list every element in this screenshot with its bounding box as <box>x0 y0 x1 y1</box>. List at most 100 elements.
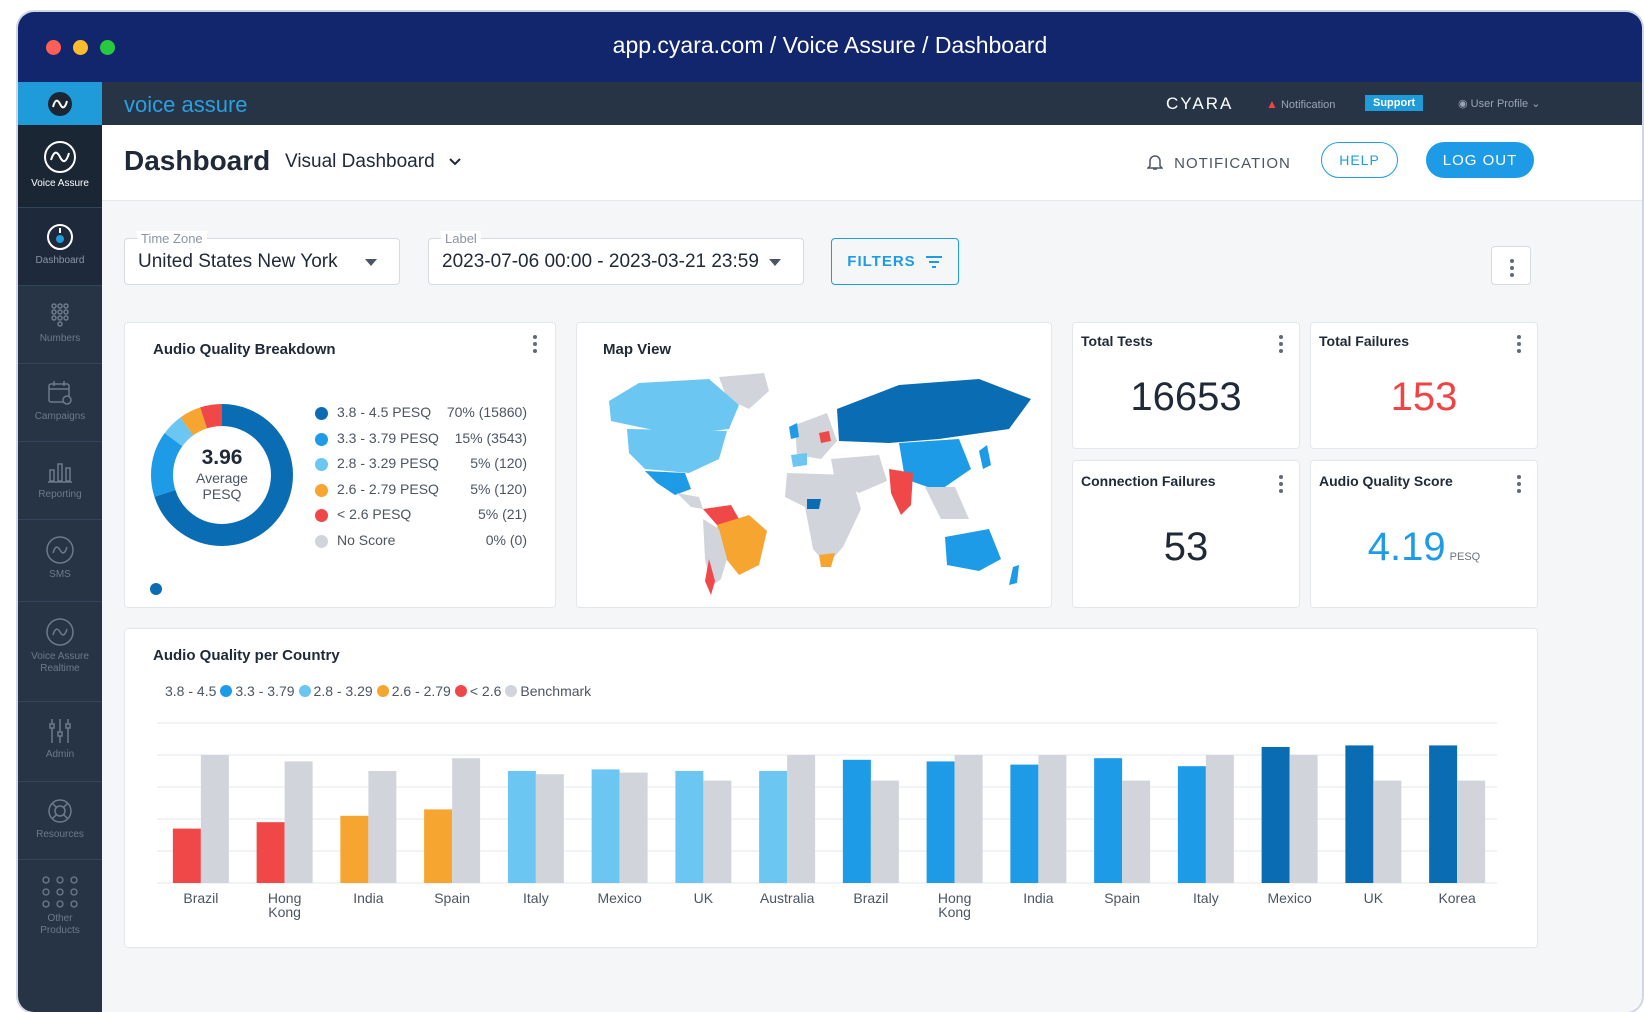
bar-score-8[interactable] <box>842 759 871 883</box>
sidebar-item-resources[interactable]: Resources <box>18 782 102 860</box>
sidebar-item-reporting[interactable]: Reporting <box>18 442 102 520</box>
notification-link[interactable]: NOTIFICATION <box>1146 153 1291 172</box>
filters-label: FILTERS <box>847 253 916 270</box>
legend-item: No Score 0% (0) <box>315 532 527 550</box>
bar-benchmark-12[interactable] <box>1205 755 1234 883</box>
reporting-icon <box>48 463 72 483</box>
map-region-poland <box>819 431 831 443</box>
user-profile-menu[interactable]: ◉ User Profile ⌄ <box>1458 97 1540 110</box>
more-options-button[interactable] <box>1491 246 1531 285</box>
legend-label: No Score <box>337 532 396 548</box>
timezone-select[interactable]: Time Zone United States New York <box>124 231 400 285</box>
sidebar-item-realtime[interactable]: Voice Assure Realtime <box>18 602 102 702</box>
bar-score-10[interactable] <box>1010 764 1039 883</box>
map-region-australia <box>945 529 1001 571</box>
bar-score-5[interactable] <box>591 769 620 883</box>
user-icon: ◉ <box>1458 98 1468 110</box>
bar-score-0[interactable] <box>172 828 201 883</box>
grid-icon <box>42 876 78 908</box>
bar-benchmark-11[interactable] <box>1122 780 1151 883</box>
sidebar-item-numbers[interactable]: Numbers <box>18 286 102 364</box>
app-top-bar: voice assure CYARA ▲ Notification Suppor… <box>18 82 1642 125</box>
bar-benchmark-0[interactable] <box>200 755 229 883</box>
kebab-icon[interactable] <box>1279 335 1283 356</box>
sidebar-item-other-products[interactable]: Other Products <box>18 860 102 952</box>
x-tick-label: Brazil <box>183 890 218 906</box>
kebab-icon[interactable] <box>533 335 537 356</box>
map-region-russia <box>837 379 1031 443</box>
bar-benchmark-14[interactable] <box>1373 780 1402 883</box>
x-tick-label: Korea <box>1438 890 1476 906</box>
bar-score-6[interactable] <box>675 771 704 883</box>
date-range-select[interactable]: Label 2023-07-06 00:00 - 2023-03-21 23:5… <box>428 231 804 285</box>
bar-benchmark-7[interactable] <box>787 755 816 883</box>
bar-score-15[interactable] <box>1429 745 1458 883</box>
audio-score-display: 4.19 PESQ <box>1311 525 1537 570</box>
sidebar-item-voice-assure[interactable]: Voice Assure <box>18 125 102 208</box>
sidebar-item-sms[interactable]: SMS <box>18 520 102 602</box>
card-title: Audio Quality Breakdown <box>153 341 336 358</box>
bar-score-9[interactable] <box>926 761 955 883</box>
filters-button[interactable]: FILTERS <box>831 238 959 285</box>
bar-benchmark-10[interactable] <box>1038 755 1067 883</box>
bar-score-4[interactable] <box>507 771 536 883</box>
map-region-south-africa <box>819 553 835 567</box>
logout-button[interactable]: LOG OUT <box>1426 142 1534 178</box>
sidebar-item-admin[interactable]: Admin <box>18 702 102 782</box>
x-tick-label: Hong Kong <box>268 890 301 920</box>
bar-benchmark-15[interactable] <box>1457 780 1486 883</box>
sidebar-item-dashboard[interactable]: Dashboard <box>18 208 102 286</box>
bar-score-12[interactable] <box>1177 766 1206 883</box>
bar-legend-label: 2.8 - 3.29 <box>313 683 373 699</box>
calendar-icon <box>48 381 72 405</box>
support-button[interactable]: Support <box>1365 95 1424 111</box>
bar-benchmark-4[interactable] <box>535 774 564 883</box>
pagination-dot[interactable] <box>150 583 162 595</box>
bar-score-13[interactable] <box>1261 747 1290 883</box>
bell-icon <box>1146 155 1164 170</box>
sidebar-item-campaigns[interactable]: Campaigns <box>18 364 102 442</box>
bar-score-7[interactable] <box>759 771 788 883</box>
bar-score-1[interactable] <box>256 822 285 883</box>
kebab-icon[interactable] <box>1517 475 1521 496</box>
kebab-icon[interactable] <box>1517 335 1521 356</box>
chevron-down-icon <box>449 158 461 166</box>
bar-score-11[interactable] <box>1094 758 1123 883</box>
view-select[interactable]: Visual Dashboard <box>285 151 462 173</box>
bar-score-14[interactable] <box>1345 745 1374 883</box>
total-tests-card: Total Tests 16653 <box>1072 322 1300 449</box>
bar-score-3[interactable] <box>424 809 453 883</box>
legend-dot <box>315 433 328 446</box>
legend-label: 2.6 - 2.79 PESQ <box>337 481 439 497</box>
bar-benchmark-2[interactable] <box>368 771 397 883</box>
map-region-se-asia <box>925 487 969 519</box>
caret-down-icon <box>769 259 781 266</box>
bar-score-2[interactable] <box>340 815 369 883</box>
bar-benchmark-6[interactable] <box>703 780 732 883</box>
bar-legend-label: Benchmark <box>520 683 592 699</box>
bar-benchmark-9[interactable] <box>954 755 983 883</box>
top-notification-link[interactable]: ▲ Notification <box>1266 97 1335 111</box>
bar-benchmark-13[interactable] <box>1289 755 1318 883</box>
audio-score-card: Audio Quality Score 4.19 PESQ <box>1310 460 1538 608</box>
bar-benchmark-1[interactable] <box>284 761 313 883</box>
legend-value: 5% (120) <box>470 481 527 497</box>
map-region-mexico <box>645 471 691 495</box>
bar-legend-label: < 2.6 <box>469 683 502 699</box>
world-map[interactable] <box>599 369 1039 599</box>
date-range-label: Label <box>441 231 481 246</box>
kebab-icon[interactable] <box>1279 475 1283 496</box>
bar-benchmark-8[interactable] <box>870 780 899 883</box>
top-notification-label: Notification <box>1280 99 1336 111</box>
help-button[interactable]: HELP <box>1321 142 1398 178</box>
bar-benchmark-3[interactable] <box>452 758 481 883</box>
map-region-usa <box>627 429 727 473</box>
bar-legend-swatch <box>505 685 518 697</box>
legend-item: < 2.6 PESQ 5% (21) <box>315 506 527 524</box>
app-logo[interactable] <box>18 82 102 125</box>
bar-benchmark-5[interactable] <box>619 772 648 883</box>
legend-label: < 2.6 PESQ <box>337 506 412 522</box>
url-bar[interactable]: app.cyara.com / Voice Assure / Dashboard <box>18 32 1642 59</box>
x-tick-label: UK <box>694 890 714 906</box>
bar-legend-label: 2.6 - 2.79 <box>391 683 451 699</box>
